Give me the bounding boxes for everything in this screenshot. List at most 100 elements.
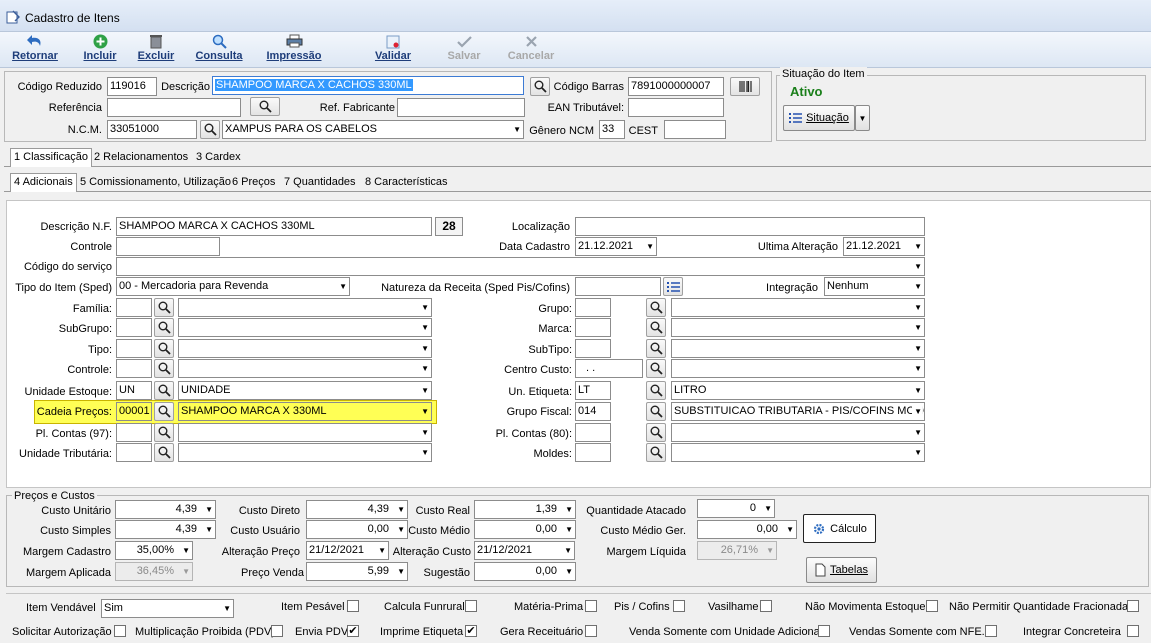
subtipo-search-button[interactable] [646, 339, 666, 358]
alteracao-custo-field[interactable]: 21/12/2021 ▼ [474, 541, 575, 560]
ultima-alteracao-field[interactable]: 21.12.2021 ▼ [843, 237, 925, 256]
grupo-fiscal-search-button[interactable] [646, 402, 666, 421]
solicitar-autorizacao-checkbox[interactable] [114, 625, 126, 637]
codigo-barras-field[interactable]: 7891000000007 [628, 77, 724, 96]
descricao-field[interactable]: SHAMPOO MARCA X CACHOS 330ML [212, 76, 524, 95]
natureza-receita-list-button[interactable] [663, 277, 683, 296]
margem-cadastro-field[interactable]: 35,00% ▼ [115, 541, 193, 560]
ncm-descricao-select[interactable]: XAMPUS PARA OS CABELOS ▼ [222, 120, 524, 139]
moldes-select[interactable]: ▼ [671, 443, 925, 462]
tabelas-button[interactable]: Tabelas [806, 557, 877, 583]
validar-button[interactable]: Validar [370, 33, 416, 67]
ean-tributavel-field[interactable] [628, 98, 724, 117]
codigo-servico-select[interactable]: ▼ [116, 257, 925, 276]
unidade-estoque-code[interactable]: UN [116, 381, 152, 400]
marca-select[interactable]: ▼ [671, 318, 925, 337]
pl-contas-97-search-button[interactable] [154, 423, 174, 442]
situacao-dropdown-button[interactable]: ▼ [855, 105, 870, 131]
descricao-search-button[interactable] [530, 77, 550, 96]
moldes-code[interactable] [575, 443, 611, 462]
grupo-fiscal-select[interactable]: SUBSTITUICAO TRIBUTARIA - PIS/COFINS MON… [671, 402, 925, 421]
barcode-button[interactable] [730, 77, 760, 96]
cadeia-precos-select[interactable]: SHAMPOO MARCA X 330ML ▼ [178, 402, 432, 421]
referencia-field[interactable] [107, 98, 241, 117]
alteracao-preco-field[interactable]: 21/12/2021 ▼ [306, 541, 389, 560]
impressao-button[interactable]: Impressão [262, 33, 326, 67]
tipo-select[interactable]: ▼ [178, 339, 432, 358]
unidade-tributaria-select[interactable]: ▼ [178, 443, 432, 462]
vasilhame-checkbox[interactable] [760, 600, 772, 612]
natureza-receita-field[interactable] [575, 277, 661, 296]
pl-contas-80-select[interactable]: ▼ [671, 423, 925, 442]
ncm-search-button[interactable] [200, 120, 220, 139]
unidade-tributaria-search-button[interactable] [154, 443, 174, 462]
controle-search-button[interactable] [154, 359, 174, 378]
centro-custo-select[interactable]: ▼ [671, 359, 925, 378]
localizacao-field[interactable] [575, 217, 925, 236]
item-pesavel-checkbox[interactable] [347, 600, 359, 612]
salvar-button[interactable]: Salvar [442, 33, 486, 67]
unidade-estoque-select[interactable]: UNIDADE ▼ [178, 381, 432, 400]
custo-real-field[interactable]: 1,39 ▼ [474, 500, 576, 519]
situacao-button[interactable]: Situação [783, 105, 855, 131]
familia-select[interactable]: ▼ [178, 298, 432, 317]
pl-contas-97-code[interactable] [116, 423, 152, 442]
tab-comissionamento[interactable]: 5 Comissionamento, Utilização [77, 174, 234, 192]
un-etiqueta-select[interactable]: LITRO ▼ [671, 381, 925, 400]
unidade-tributaria-code[interactable] [116, 443, 152, 462]
subgrupo-code[interactable] [116, 318, 152, 337]
grupo-fiscal-code[interactable]: 014 [575, 402, 611, 421]
calculo-button[interactable]: Cálculo [803, 514, 876, 543]
custo-unitario-field[interactable]: 4,39 ▼ [115, 500, 216, 519]
subtipo-select[interactable]: ▼ [671, 339, 925, 358]
marca-search-button[interactable] [646, 318, 666, 337]
grupo-select[interactable]: ▼ [671, 298, 925, 317]
custo-medio-field[interactable]: 0,00 ▼ [474, 520, 576, 539]
tab-cardex[interactable]: 3 Cardex [193, 149, 244, 167]
grupo-search-button[interactable] [646, 298, 666, 317]
controle-lookup-code[interactable] [116, 359, 152, 378]
envia-pdv-checkbox[interactable]: ✔ [347, 625, 359, 637]
custo-usuario-field[interactable]: 0,00 ▼ [306, 520, 408, 539]
custo-medio-ger-field[interactable]: 0,00 ▼ [697, 520, 797, 539]
venda-somente-unidade-adicional-checkbox[interactable] [818, 625, 830, 637]
cest-field[interactable] [664, 120, 726, 139]
integracao-select[interactable]: Nenhum ▼ [824, 277, 925, 296]
tab-caracteristicas[interactable]: 8 Características [362, 174, 451, 192]
vendas-somente-nfe-checkbox[interactable] [985, 625, 997, 637]
grupo-code[interactable] [575, 298, 611, 317]
tipo-item-select[interactable]: 00 - Mercadoria para Revenda ▼ [116, 277, 350, 296]
tab-adicionais[interactable]: 4 Adicionais [10, 173, 77, 192]
tipo-code[interactable] [116, 339, 152, 358]
nao-permitir-qtd-fracionada-checkbox[interactable] [1127, 600, 1139, 612]
codigo-reduzido-field[interactable]: 119016 [107, 77, 157, 96]
pl-contas-97-select[interactable]: ▼ [178, 423, 432, 442]
retornar-button[interactable]: Retornar [6, 33, 64, 67]
imprime-etiqueta-checkbox[interactable]: ✔ [465, 625, 477, 637]
ref-fabricante-field[interactable] [397, 98, 525, 117]
cadeia-precos-code[interactable]: 00001 [116, 402, 152, 421]
tab-classificacao[interactable]: 1 Classificação [10, 148, 92, 167]
pl-contas-80-code[interactable] [575, 423, 611, 442]
sugestao-field[interactable]: 0,00 ▼ [474, 562, 576, 581]
preco-venda-field[interactable]: 5,99 ▼ [306, 562, 408, 581]
tab-quantidades[interactable]: 7 Quantidades [281, 174, 359, 192]
centro-custo-search-button[interactable] [646, 359, 666, 378]
custo-direto-field[interactable]: 4,39 ▼ [306, 500, 408, 519]
quantidade-atacado-field[interactable]: 0 ▼ [697, 499, 775, 518]
integrar-concreteira-checkbox[interactable] [1127, 625, 1139, 637]
incluir-button[interactable]: Incluir [78, 33, 122, 67]
genero-ncm-field[interactable]: 33 [599, 120, 625, 139]
pl-contas-80-search-button[interactable] [646, 423, 666, 442]
subgrupo-select[interactable]: ▼ [178, 318, 432, 337]
custo-simples-field[interactable]: 4,39 ▼ [115, 520, 216, 539]
ncm-field[interactable]: 33051000 [107, 120, 197, 139]
referencia-search-button[interactable] [250, 97, 280, 116]
marca-code[interactable] [575, 318, 611, 337]
controle-lookup-select[interactable]: ▼ [178, 359, 432, 378]
cadeia-precos-search-button[interactable] [154, 402, 174, 421]
calcula-funrural-checkbox[interactable] [465, 600, 477, 612]
nao-movimenta-estoque-checkbox[interactable] [926, 600, 938, 612]
centro-custo-field[interactable]: . . [575, 359, 643, 378]
un-etiqueta-search-button[interactable] [646, 381, 666, 400]
